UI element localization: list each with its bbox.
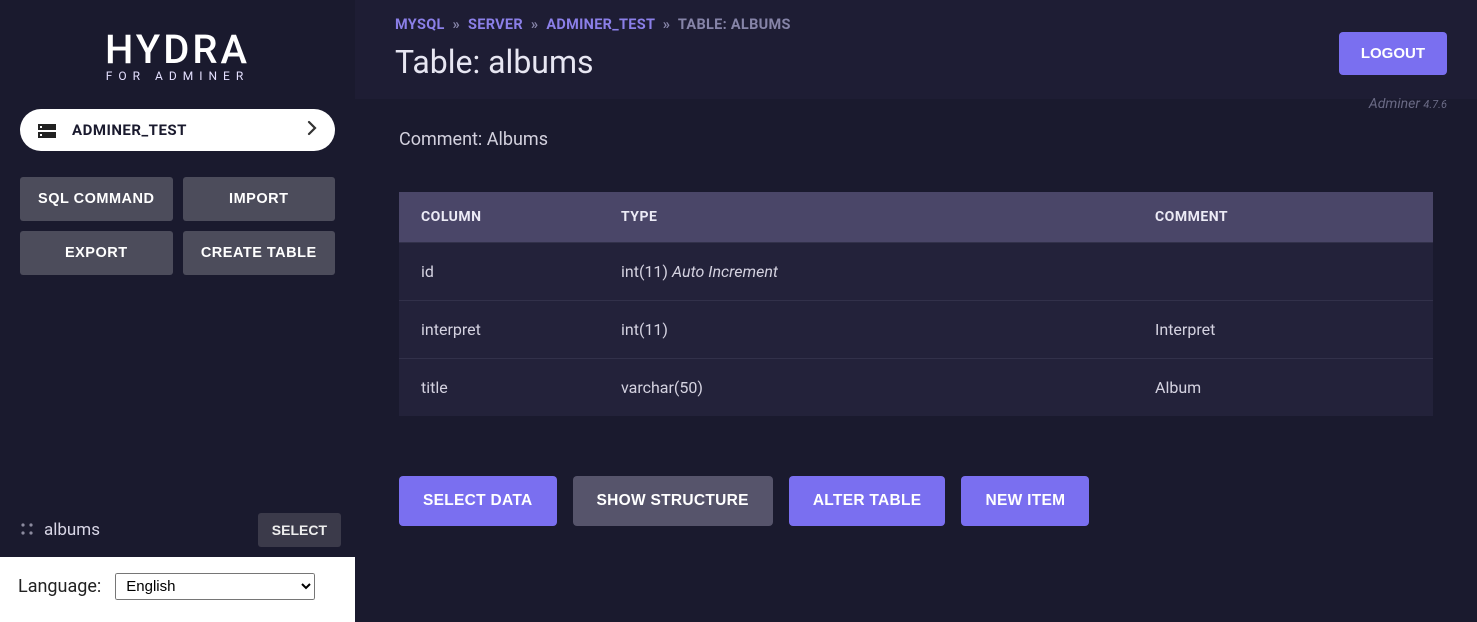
language-label: Language:: [18, 576, 101, 597]
sql-command-button[interactable]: SQL COMMAND: [20, 177, 173, 221]
version-label: Adminer 4.7.6: [1369, 96, 1447, 112]
cell-column: id: [399, 243, 599, 301]
breadcrumb-sep: »: [453, 16, 461, 33]
table-row: title varchar(50) Album: [399, 359, 1433, 417]
drag-handle-icon: [20, 521, 34, 540]
export-button[interactable]: EXPORT: [20, 231, 173, 275]
language-select[interactable]: English: [115, 573, 315, 600]
breadcrumb-server[interactable]: SERVER: [468, 16, 523, 33]
breadcrumb-sep: »: [531, 16, 539, 33]
logout-button[interactable]: LOGOUT: [1339, 32, 1447, 75]
select-data-button[interactable]: SELECT DATA: [399, 476, 557, 526]
page-title: Table: albums: [395, 43, 1339, 99]
main: MYSQL » SERVER » ADMINER_TEST » TABLE: A…: [355, 0, 1477, 622]
logo: HYDRA FOR ADMINER: [0, 0, 355, 87]
sidebar-actions: SQL COMMAND IMPORT EXPORT CREATE TABLE: [0, 151, 355, 275]
cell-type: int(11): [599, 301, 1133, 359]
header-column: COLUMN: [399, 192, 599, 243]
breadcrumb: MYSQL » SERVER » ADMINER_TEST » TABLE: A…: [395, 16, 1339, 33]
language-bar: Language: English: [0, 557, 355, 622]
content: Comment: Albums COLUMN TYPE COMMENT id i…: [355, 99, 1477, 556]
cell-comment: Album: [1133, 359, 1433, 417]
db-selector-label: ADMINER_TEST: [72, 121, 307, 139]
header-comment: COMMENT: [1133, 192, 1433, 243]
database-icon: [38, 123, 56, 137]
cell-comment: Interpret: [1133, 301, 1433, 359]
create-table-button[interactable]: CREATE TABLE: [183, 231, 336, 275]
breadcrumb-current: TABLE: ALBUMS: [678, 16, 791, 33]
header-type: TYPE: [599, 192, 1133, 243]
alter-table-button[interactable]: ALTER TABLE: [789, 476, 946, 526]
sidebar: HYDRA FOR ADMINER ADMINER_TEST SQL COMMA…: [0, 0, 355, 622]
chevron-right-icon: [307, 120, 317, 140]
breadcrumb-db[interactable]: ADMINER_TEST: [546, 16, 655, 33]
table-comment: Comment: Albums: [399, 129, 1433, 150]
new-item-button[interactable]: NEW ITEM: [961, 476, 1089, 526]
table-actions: SELECT DATA SHOW STRUCTURE ALTER TABLE N…: [399, 476, 1433, 526]
logo-main: HYDRA: [0, 26, 355, 73]
cell-column: title: [399, 359, 599, 417]
logo-subtitle: FOR ADMINER: [0, 69, 355, 83]
import-button[interactable]: IMPORT: [183, 177, 336, 221]
sidebar-select-button[interactable]: SELECT: [258, 513, 341, 547]
db-selector[interactable]: ADMINER_TEST: [20, 109, 335, 151]
sidebar-table-name: albums: [44, 520, 258, 540]
cell-comment: [1133, 243, 1433, 301]
topbar: MYSQL » SERVER » ADMINER_TEST » TABLE: A…: [355, 0, 1477, 99]
cell-type: varchar(50): [599, 359, 1133, 417]
schema-table: COLUMN TYPE COMMENT id int(11) Auto Incr…: [399, 192, 1433, 416]
cell-type: int(11) Auto Increment: [599, 243, 1133, 301]
cell-column: interpret: [399, 301, 599, 359]
show-structure-button[interactable]: SHOW STRUCTURE: [573, 476, 773, 526]
table-row: id int(11) Auto Increment: [399, 243, 1433, 301]
breadcrumb-sep: »: [663, 16, 671, 33]
breadcrumb-mysql[interactable]: MYSQL: [395, 16, 445, 33]
sidebar-table-item[interactable]: albums SELECT: [0, 503, 355, 557]
table-row: interpret int(11) Interpret: [399, 301, 1433, 359]
